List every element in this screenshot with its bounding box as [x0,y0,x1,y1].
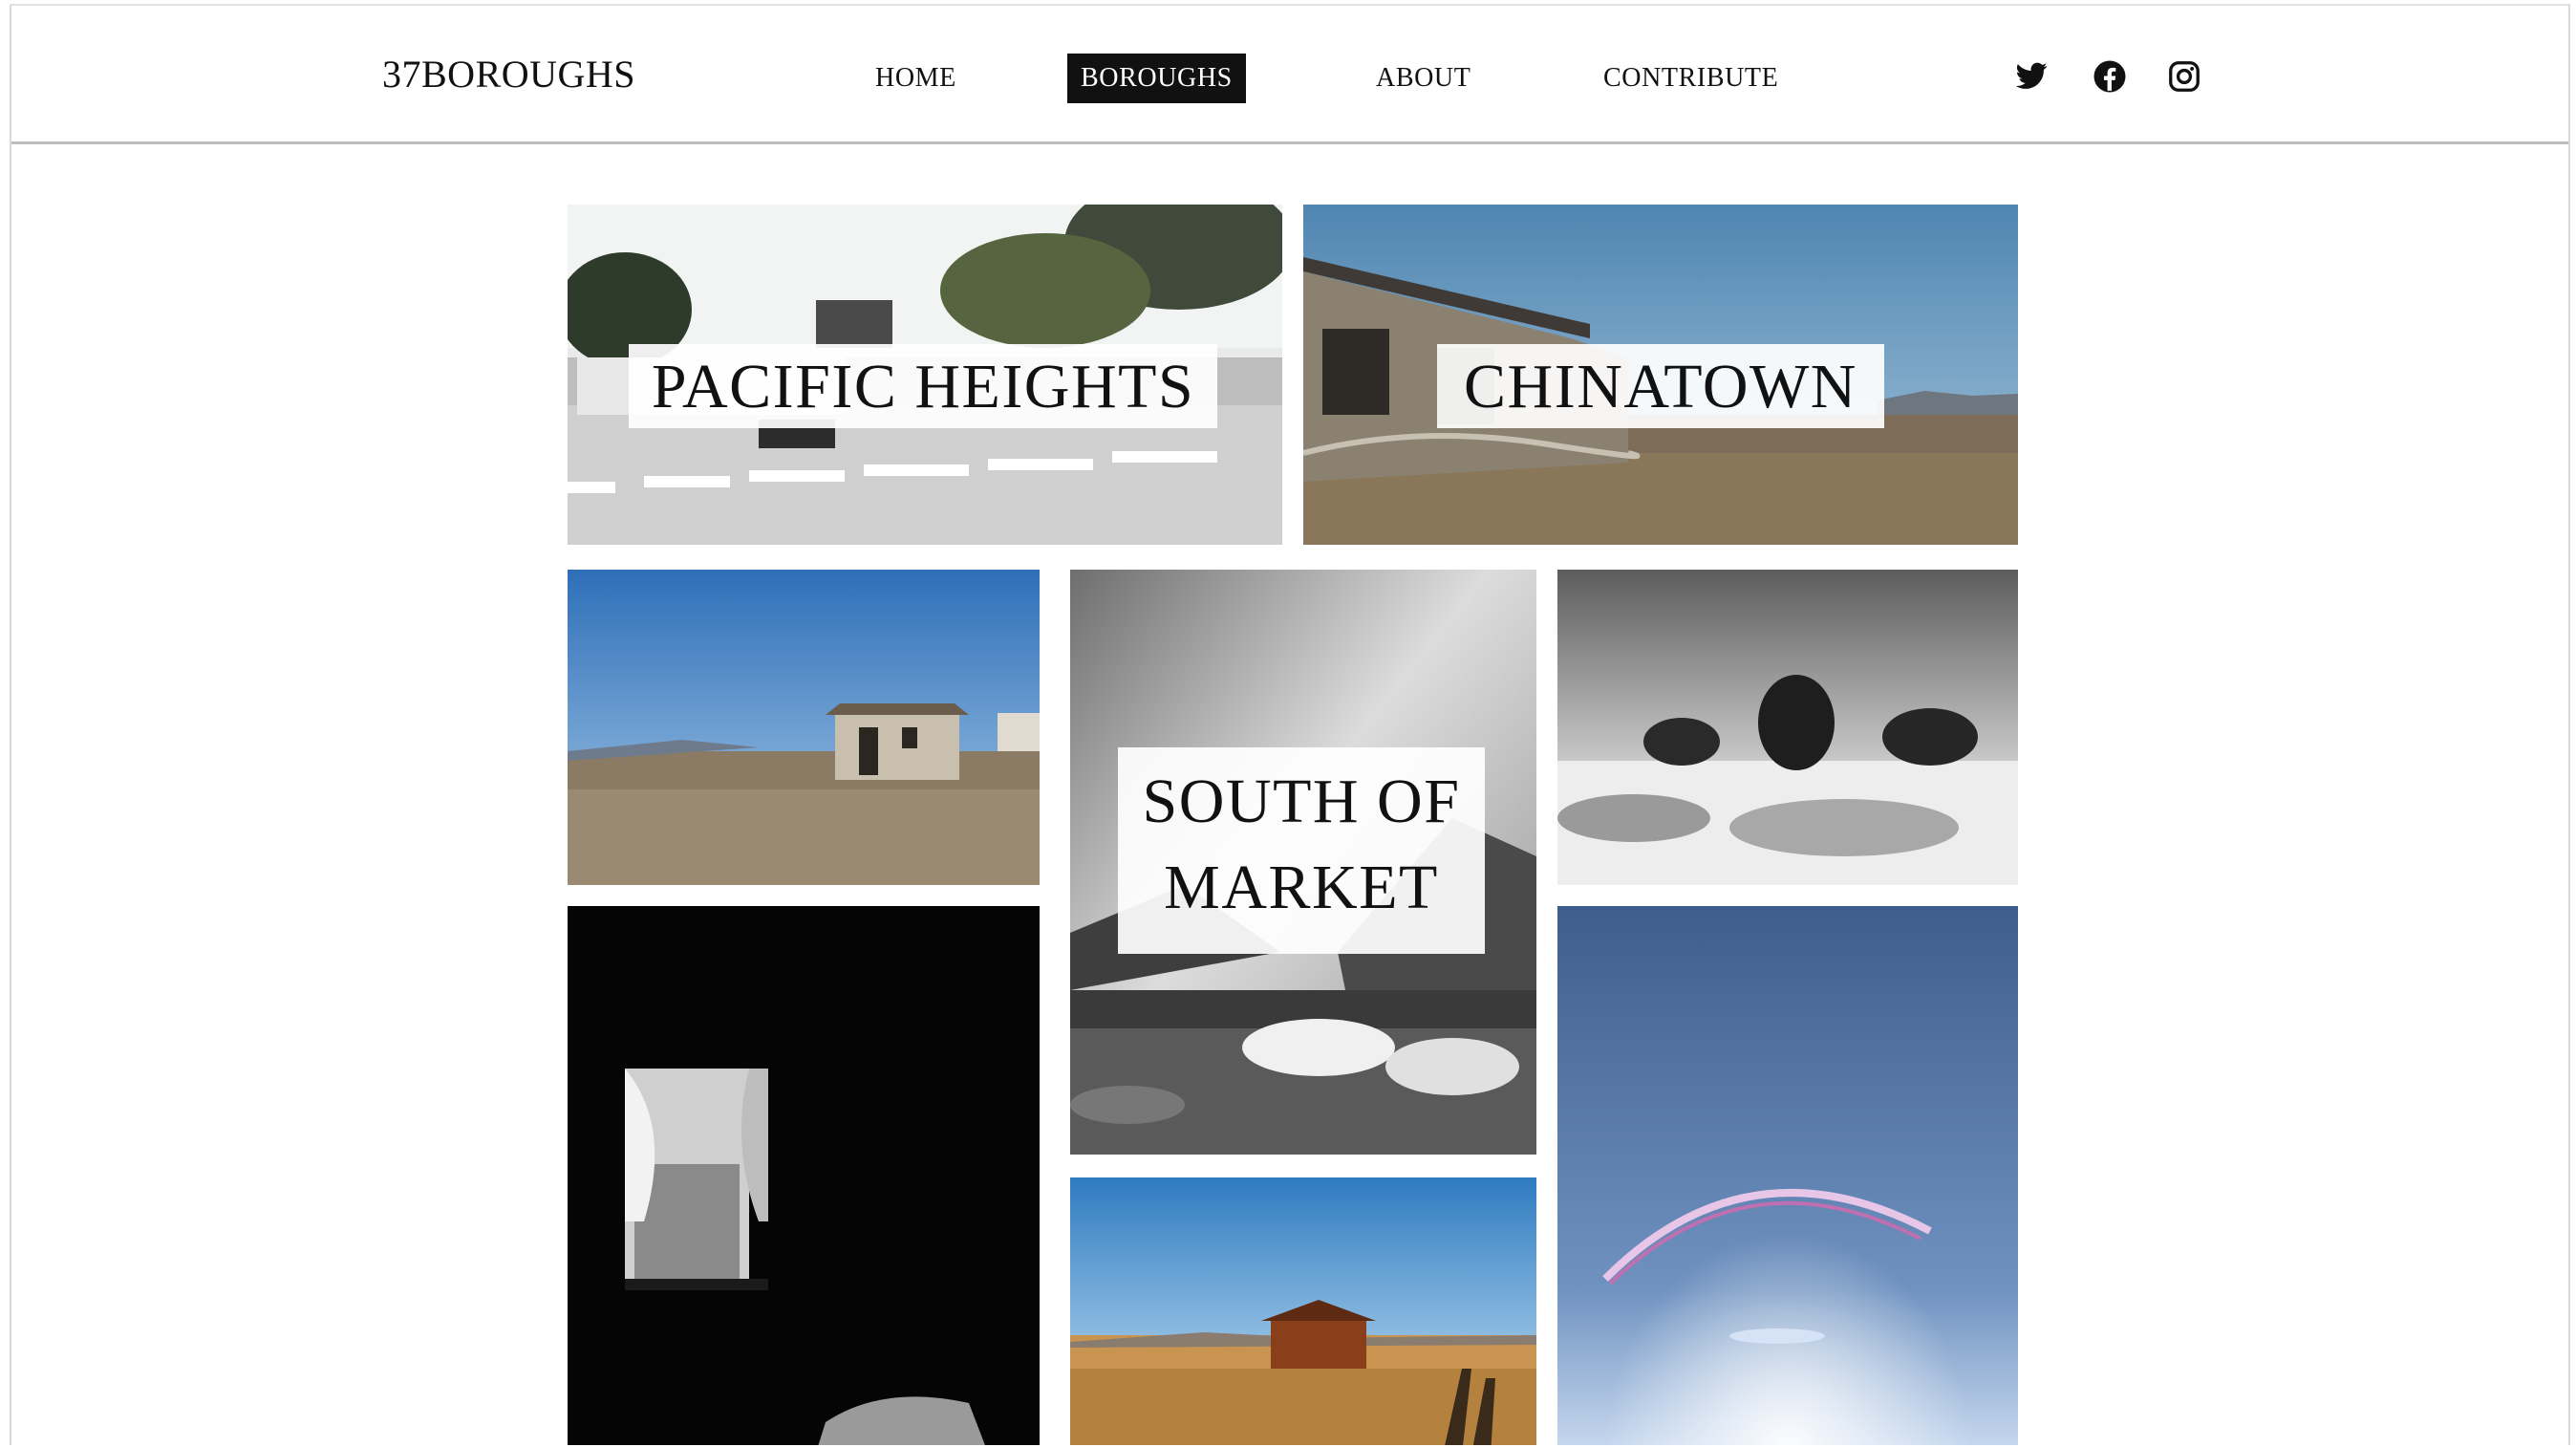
desert-shed-photo [568,570,1040,885]
label-chinatown: CHINATOWN [1437,344,1884,428]
site-header: 37BOROUGHS HOME BOROUGHS ABOUT CONTRIBUT… [11,6,2568,144]
nav-contribute[interactable]: CONTRIBUTE [1590,54,1792,103]
tile-desert-shed[interactable] [568,570,1040,885]
nav-about[interactable]: ABOUT [1363,54,1484,103]
nav-home[interactable]: HOME [862,54,970,103]
label-south-of-market: SOUTH OF MARKET [1118,747,1485,954]
label-pacific-heights: PACIFIC HEIGHTS [629,344,1217,428]
dark-window-photo [568,906,1040,1445]
browser-viewport: 37BOROUGHS HOME BOROUGHS ABOUT CONTRIBUT… [10,4,2570,1445]
site-logo[interactable]: 37BOROUGHS [382,52,635,97]
tile-dark-window[interactable] [568,906,1040,1445]
tile-pacific-heights[interactable]: PACIFIC HEIGHTS [568,205,1282,545]
twitter-icon[interactable] [2014,59,2049,94]
cabin-sunset-photo [1070,1177,1536,1445]
tile-south-of-market[interactable]: SOUTH OF MARKET [1070,570,1536,1155]
label-south-of-market-line2: MARKET [1164,853,1439,922]
tile-chinatown[interactable]: CHINATOWN [1303,205,2018,545]
tile-sky-flare[interactable] [1557,906,2018,1445]
tile-snowy-brush[interactable] [1557,570,2018,885]
instagram-icon[interactable] [2167,59,2201,94]
facebook-icon[interactable] [2093,59,2127,94]
nav-boroughs[interactable]: BOROUGHS [1067,54,1246,103]
sky-flare-photo [1557,906,2018,1445]
snowy-brush-photo [1557,570,2018,885]
label-south-of-market-line1: SOUTH OF [1142,767,1461,836]
tile-cabin-sunset[interactable] [1070,1177,1536,1445]
